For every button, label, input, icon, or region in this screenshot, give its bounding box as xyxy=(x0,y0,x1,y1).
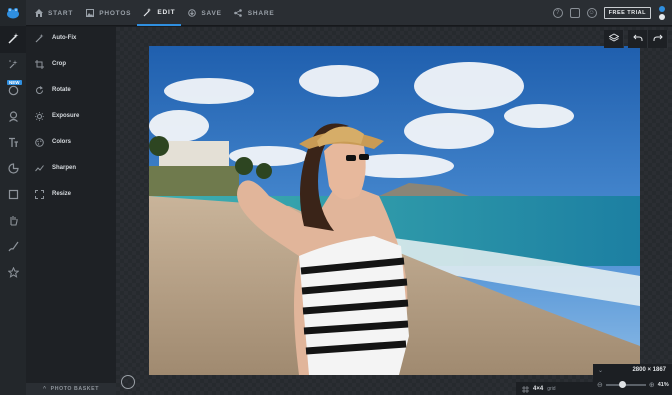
photo-basket-toggle[interactable]: ^ PHOTO BASKET xyxy=(26,383,116,395)
theme-toggle[interactable] xyxy=(658,4,666,22)
filter-circle-icon xyxy=(8,83,19,101)
magic-wand-icon xyxy=(7,31,19,49)
toggle-dot-icon xyxy=(659,14,665,20)
rotate-icon xyxy=(26,85,52,95)
nav-share[interactable]: SHARE xyxy=(228,0,281,26)
portrait-icon xyxy=(8,109,19,127)
compare-button[interactable] xyxy=(121,375,135,389)
rail-favorites[interactable] xyxy=(0,261,26,287)
top-bar: START PHOTOS EDIT SAVE SHARE ? ☺ FREE TR… xyxy=(0,0,672,26)
toggle-dot-icon xyxy=(659,6,665,12)
image-icon xyxy=(85,9,94,18)
help-icon[interactable]: ? xyxy=(552,8,563,18)
rail-draw[interactable] xyxy=(0,235,26,261)
nav-edit[interactable]: EDIT xyxy=(137,0,182,26)
auto-fix-icon xyxy=(26,33,52,43)
image-dimensions: 2800 × 1867 xyxy=(632,367,666,373)
main-nav: START PHOTOS EDIT SAVE SHARE xyxy=(28,0,281,26)
home-icon xyxy=(34,9,43,18)
zoom-slider[interactable] xyxy=(605,381,646,388)
resize-icon xyxy=(26,189,52,199)
rail-basic-edits[interactable] xyxy=(0,27,26,53)
rail-effects[interactable] xyxy=(0,53,26,79)
top-right-actions: ? ☺ FREE TRIAL xyxy=(552,0,666,26)
edit-tools-panel: Auto-Fix Crop Rotate Exposure Colors Sha… xyxy=(26,27,116,395)
crop-icon xyxy=(26,59,52,69)
undo-icon xyxy=(632,30,643,48)
redo-button[interactable] xyxy=(648,30,668,48)
zoom-out-icon[interactable]: ⊖ xyxy=(597,381,603,389)
tool-auto-fix[interactable]: Auto-Fix xyxy=(26,28,116,48)
history-toolbar xyxy=(628,30,668,48)
share-icon xyxy=(234,9,243,18)
chevron-up-icon: ^ xyxy=(43,386,47,392)
frame-icon xyxy=(8,187,19,205)
tool-resize[interactable]: Resize xyxy=(26,184,116,204)
star-icon xyxy=(6,265,20,283)
undo-button[interactable] xyxy=(628,30,648,48)
category-rail: NEW xyxy=(0,27,26,395)
layers-button[interactable] xyxy=(604,30,624,48)
nav-save[interactable]: SAVE xyxy=(181,0,227,26)
rail-beauty[interactable] xyxy=(0,105,26,131)
sticker-icon xyxy=(7,161,19,179)
zoom-slider-thumb[interactable] xyxy=(618,381,626,388)
canvas-toolbar xyxy=(604,30,624,48)
fullscreen-icon[interactable] xyxy=(569,8,580,18)
text-icon xyxy=(8,135,19,153)
colors-icon xyxy=(26,137,52,147)
rail-overlays[interactable] xyxy=(0,157,26,183)
rail-frames[interactable] xyxy=(0,183,26,209)
edited-photo[interactable] xyxy=(149,46,640,375)
grid-icon xyxy=(522,380,529,395)
tool-exposure[interactable]: Exposure xyxy=(26,106,116,126)
zoom-row: ⊖ ⊕ 41% xyxy=(597,381,669,389)
tool-colors[interactable]: Colors xyxy=(26,132,116,152)
sharpen-icon xyxy=(26,164,52,173)
free-trial-button[interactable]: FREE TRIAL xyxy=(603,7,651,19)
photo-image xyxy=(149,46,640,375)
brush-icon xyxy=(8,239,19,257)
chevron-down-icon[interactable]: ⌄ xyxy=(598,367,603,374)
grid-control[interactable]: 4×4 grid xyxy=(516,382,593,395)
save-icon xyxy=(187,9,196,18)
layers-icon xyxy=(608,30,619,48)
nav-photos[interactable]: PHOTOS xyxy=(79,0,137,26)
tool-sharpen[interactable]: Sharpen xyxy=(26,158,116,178)
redo-icon xyxy=(653,30,663,48)
zoom-in-icon[interactable]: ⊕ xyxy=(649,381,655,389)
account-icon[interactable]: ☺ xyxy=(586,8,597,18)
rail-text[interactable] xyxy=(0,131,26,157)
sparkle-icon xyxy=(8,57,19,75)
hand-icon xyxy=(8,213,19,231)
magic-wand-icon xyxy=(143,7,152,17)
zoom-panel: ⌄ 2800 × 1867 ⊖ ⊕ 41% xyxy=(593,364,672,395)
tool-crop[interactable]: Crop xyxy=(26,54,116,74)
tool-rotate[interactable]: Rotate xyxy=(26,80,116,100)
rail-touch-up[interactable] xyxy=(0,209,26,235)
frog-logo-icon[interactable] xyxy=(0,0,26,26)
exposure-icon xyxy=(26,111,52,121)
nav-start[interactable]: START xyxy=(28,0,79,26)
rail-filters[interactable] xyxy=(0,79,26,105)
